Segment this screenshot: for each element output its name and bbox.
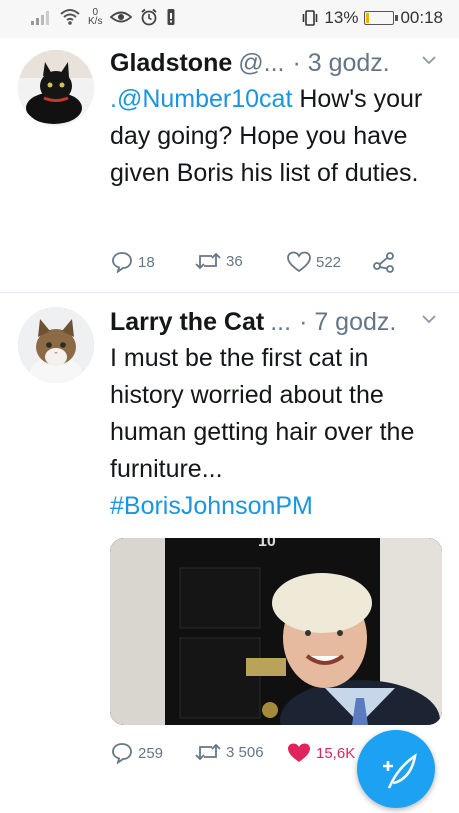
reply-count: 259 [138, 744, 164, 762]
share-icon [373, 252, 394, 273]
battery-percent: 13% [324, 8, 359, 27]
status-bar: 0 K/s 13% 00:18 [0, 0, 459, 38]
retweet-button[interactable]: 3 506 [194, 741, 264, 763]
tweet-text: I must be the first cat in history worri… [110, 340, 440, 525]
chevron-down-icon[interactable] [421, 311, 437, 327]
heart-icon [287, 251, 311, 273]
tweet[interactable]: Gladstone @... · 3 godz. .@Number10cat H… [0, 38, 459, 292]
tweet-body: I must be the first cat in history worri… [110, 344, 415, 483]
reply-button[interactable]: 259 [110, 741, 163, 765]
tweet-text: .@Number10cat How's your day going? Hope… [110, 81, 440, 192]
tweet-actions: 18 36 522 [110, 250, 410, 276]
notification-icon [167, 9, 175, 25]
avatar[interactable] [18, 307, 94, 383]
compose-tweet-button[interactable] [357, 730, 435, 808]
reply-icon [112, 252, 132, 274]
retweet-icon [195, 252, 221, 270]
vibrate-icon [303, 10, 318, 26]
tweet-header: Gladstone @... · 3 godz. [110, 48, 437, 78]
wifi-icon [60, 9, 80, 25]
retweet-button[interactable]: 36 [194, 250, 243, 272]
battery-icon [364, 11, 399, 25]
display-name[interactable]: Larry the Cat [110, 307, 264, 337]
network-speed-unit: K/s [88, 16, 103, 27]
mention-link[interactable]: .@Number10cat [110, 85, 292, 113]
eye-icon [110, 11, 133, 23]
like-button[interactable]: 522 [286, 250, 341, 274]
door-number: 10 [258, 538, 276, 550]
chevron-down-icon[interactable] [421, 52, 437, 68]
avatar[interactable] [18, 50, 94, 126]
reply-icon [112, 743, 132, 765]
reply-count: 18 [138, 253, 155, 271]
compose-icon [383, 753, 417, 789]
signal-icon [31, 11, 49, 25]
username[interactable]: ... [270, 307, 291, 337]
share-button[interactable] [372, 250, 396, 274]
like-count: 15,6K [316, 744, 356, 762]
heart-icon [288, 743, 310, 762]
display-name[interactable]: Gladstone [110, 48, 232, 78]
username[interactable]: @... [238, 48, 284, 78]
downing-street-photo: 10 [110, 538, 442, 725]
like-button[interactable]: 15,6K [286, 741, 355, 765]
clock: 00:18 [400, 8, 443, 27]
retweet-count: 36 [226, 252, 243, 270]
alarm-icon [141, 8, 158, 26]
cat-photo [18, 307, 94, 383]
cat-photo [18, 50, 94, 126]
tweet-image[interactable]: 10 [110, 538, 442, 725]
like-count: 522 [316, 253, 342, 271]
hashtag-link[interactable]: #BorisJohnsonPM [110, 492, 313, 520]
network-speed: 0 K/s [88, 8, 103, 27]
tweet-header: Larry the Cat ... · 7 godz. [110, 307, 437, 337]
retweet-count: 3 506 [226, 743, 264, 761]
timestamp[interactable]: · 7 godz. [299, 307, 396, 337]
reply-button[interactable]: 18 [110, 250, 155, 274]
timestamp[interactable]: · 3 godz. [292, 48, 389, 78]
retweet-icon [195, 743, 221, 761]
